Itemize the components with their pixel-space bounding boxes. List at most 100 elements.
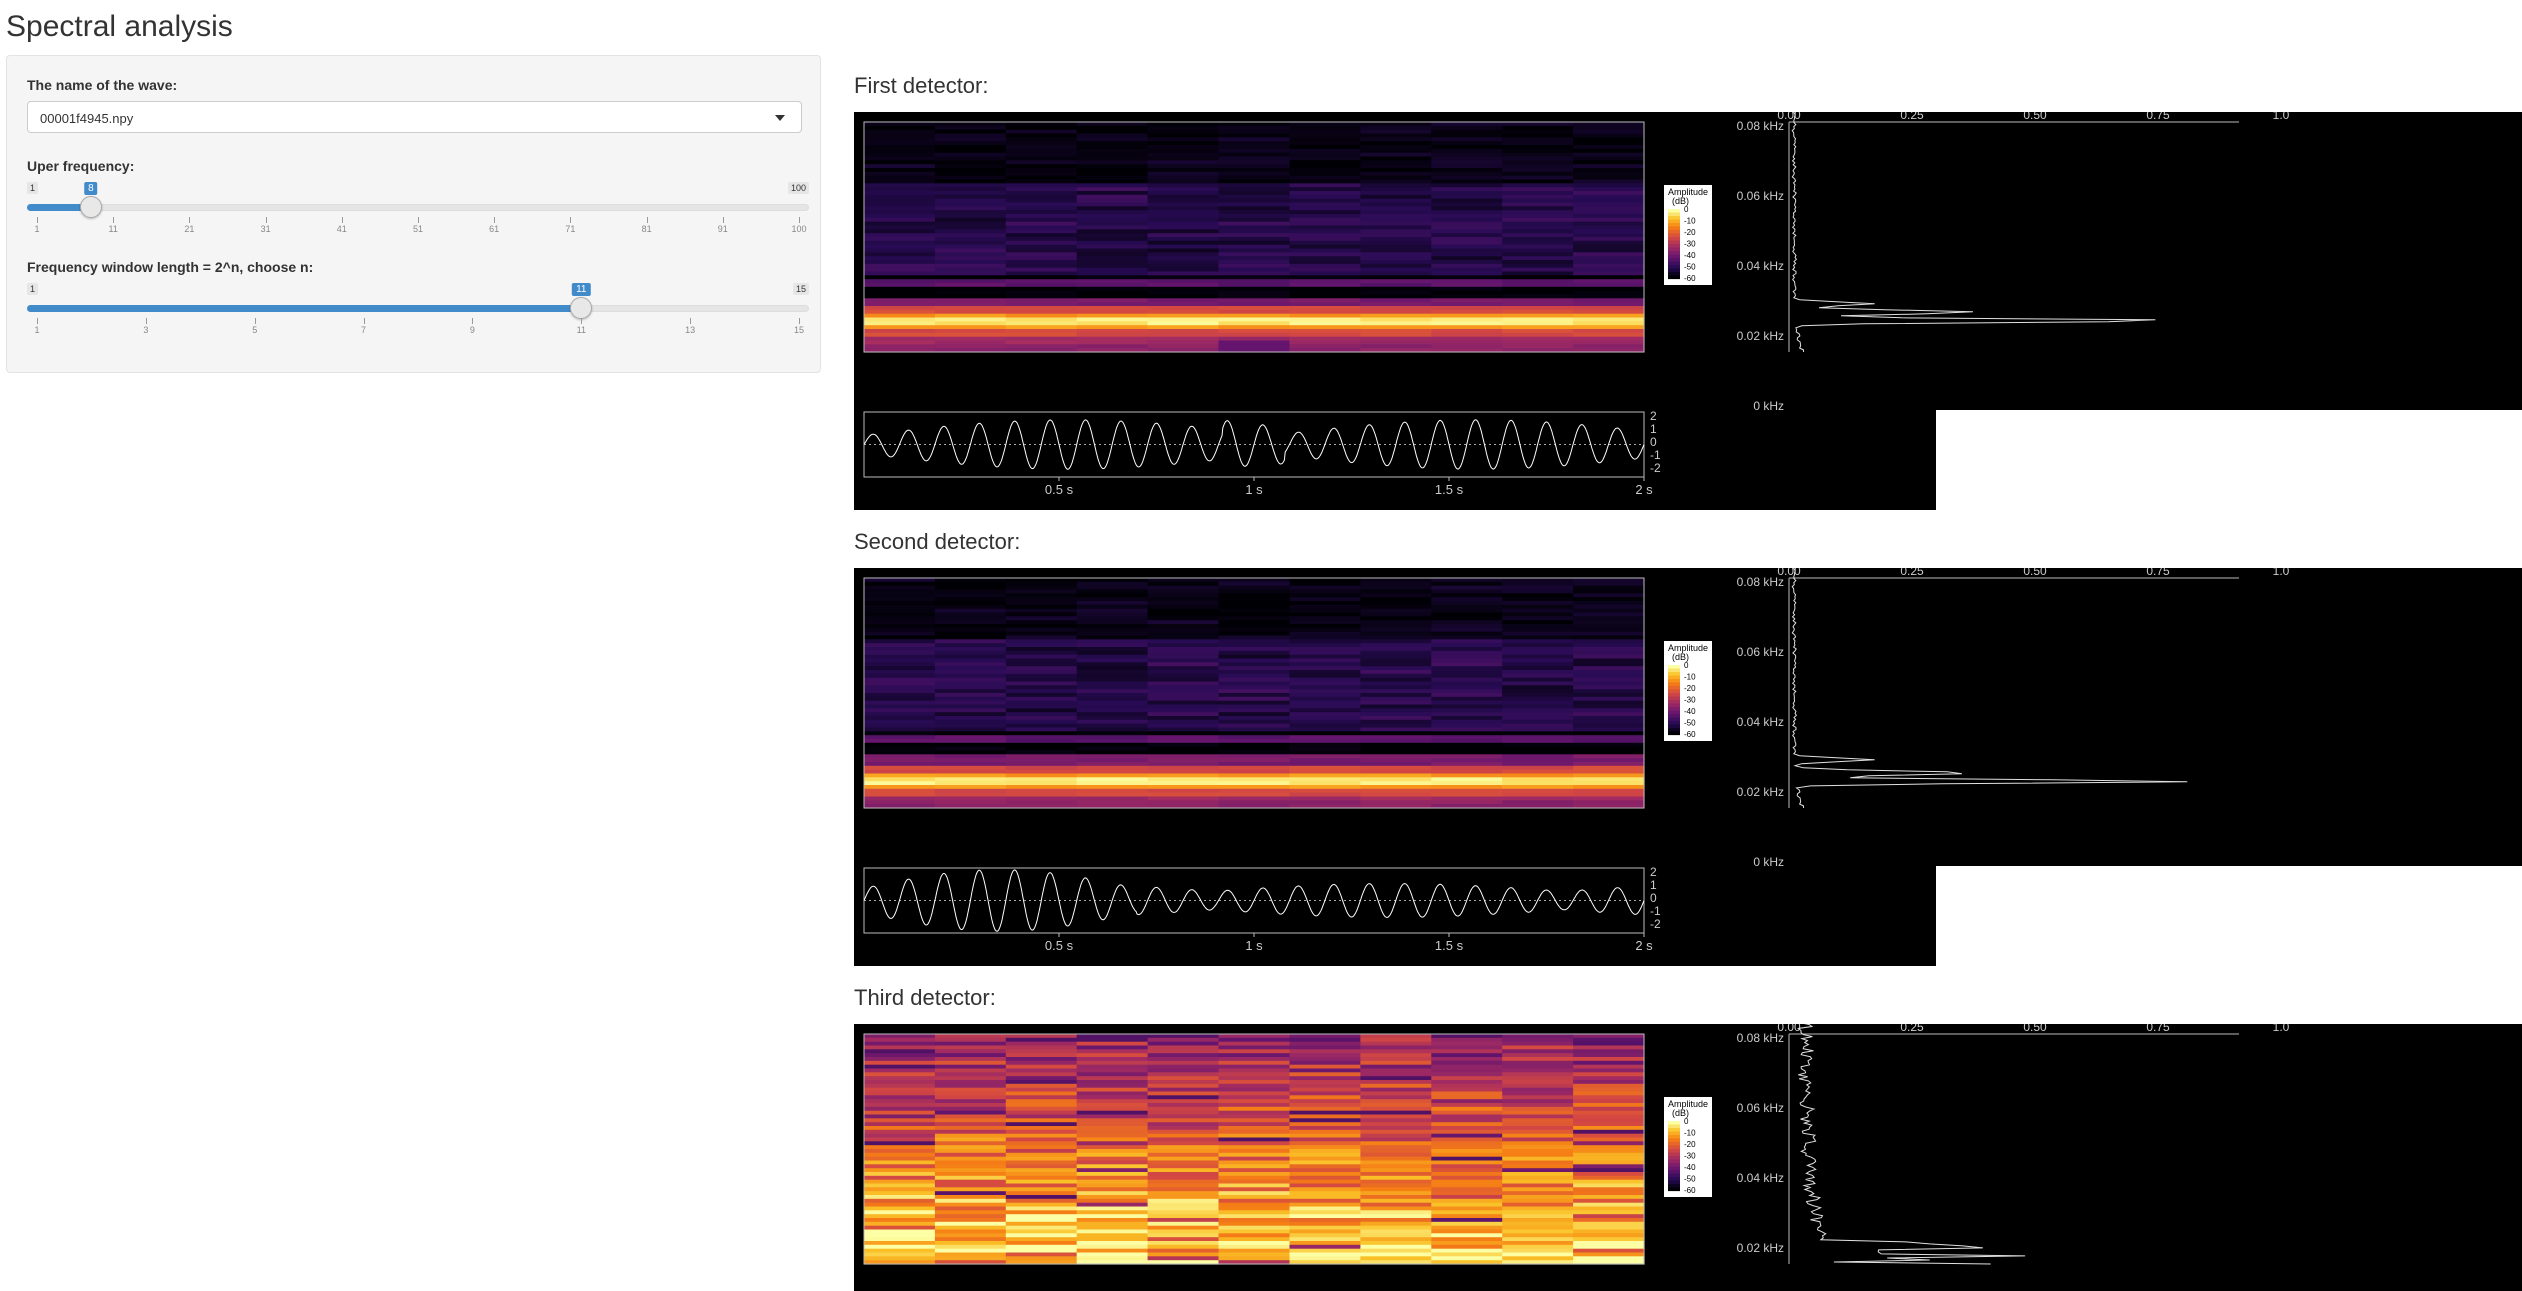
heatmap-cell	[1289, 210, 1361, 215]
spectrum-x-tick-label: 1.0	[2273, 112, 2290, 122]
heatmap-cell	[1289, 1045, 1361, 1050]
heatmap-cell	[1573, 1064, 1645, 1070]
legend-color-step	[1668, 209, 1680, 213]
heatmap-cell	[1005, 267, 1078, 273]
heatmap-cell	[1076, 286, 1149, 292]
heatmap-cell	[864, 1064, 936, 1070]
heatmap-cell	[1573, 685, 1645, 690]
heatmap-cell	[1573, 1080, 1645, 1085]
heatmap-cell	[1289, 1080, 1361, 1085]
heatmap-cell	[1289, 283, 1361, 288]
heatmap-cell	[1218, 237, 1290, 242]
heatmap-cell	[1005, 1237, 1078, 1242]
heatmap-cell	[1573, 1137, 1645, 1142]
heatmap-cell	[1218, 302, 1290, 307]
heatmap-cell	[1573, 1083, 1645, 1089]
heatmap-cell	[1360, 1103, 1432, 1108]
heatmap-cell	[1502, 129, 1574, 135]
heatmap-cell	[1573, 1191, 1645, 1196]
heatmap-cell	[1218, 773, 1290, 778]
window-length-slider[interactable]: 1 15 11 1 3 5 7 9 11 13 15	[27, 283, 809, 353]
heatmap-cell	[1218, 198, 1290, 204]
heatmap-cell	[1005, 620, 1078, 625]
heatmap-cell	[1005, 279, 1078, 284]
slider-tick-label: 91	[717, 224, 728, 234]
heatmap-cell	[1076, 1133, 1149, 1139]
heatmap-cell	[1147, 1202, 1220, 1208]
heatmap-cell	[1076, 1179, 1149, 1185]
heatmap-cell	[934, 252, 1007, 257]
heatmap-cell	[1218, 762, 1290, 767]
slider-tick	[690, 318, 692, 324]
heatmap-cell	[1431, 321, 1503, 326]
heatmap-cell	[1076, 267, 1149, 273]
heatmap-cell	[1431, 608, 1503, 614]
heatmap-cell	[934, 1210, 1007, 1215]
heatmap-cell	[1360, 677, 1432, 683]
heatmap-cell	[934, 746, 1007, 752]
heatmap-cell	[1289, 198, 1361, 204]
heatmap-cell	[1573, 1221, 1645, 1227]
heatmap-cell	[1005, 647, 1078, 652]
heatmap-cell	[1289, 145, 1361, 150]
heatmap-cell	[1005, 650, 1078, 656]
heatmap-cell	[1360, 233, 1432, 238]
spectrum-x-tick-label: 0.50	[2023, 1024, 2047, 1034]
heatmap-cell	[1573, 1241, 1645, 1246]
heatmap-cell	[864, 1076, 936, 1081]
waveform-time-tick-label: 2 s	[1635, 482, 1653, 497]
slider-handle[interactable]	[79, 196, 102, 218]
slider-handle[interactable]	[570, 297, 593, 319]
heatmap-cell	[1573, 191, 1645, 196]
heatmap-cell	[1431, 735, 1503, 740]
heatmap-cell	[1005, 631, 1078, 637]
heatmap-cell	[1573, 589, 1645, 594]
heatmap-cell	[1573, 229, 1645, 234]
heatmap-cell	[1360, 148, 1432, 154]
heatmap-cell	[1289, 589, 1361, 594]
heatmap-cell	[1147, 1118, 1220, 1123]
heatmap-cell	[1218, 765, 1290, 771]
legend-color-step	[1668, 226, 1680, 231]
heatmap-cell	[1431, 597, 1503, 602]
heatmap-cell	[1431, 662, 1503, 667]
upper-frequency-slider[interactable]: 1 100 8 1 11 21 31 41 51 61 71 81 91 100	[27, 182, 809, 252]
heatmap-cell	[1360, 1195, 1432, 1200]
heatmap-cell	[1005, 340, 1078, 345]
heatmap-cell	[1218, 704, 1290, 709]
heatmap-cell	[1431, 1129, 1503, 1135]
heatmap-cell	[1431, 1076, 1503, 1081]
heatmap-cell	[1573, 141, 1645, 146]
heatmap-cell	[1289, 275, 1361, 280]
heatmap-cell	[1147, 685, 1220, 690]
heatmap-cell	[1573, 1179, 1645, 1185]
heatmap-cell	[1502, 1045, 1574, 1050]
detector-title-second: Second detector:	[854, 529, 1021, 554]
heatmap-cell	[1502, 171, 1574, 177]
heatmap-cell	[1076, 796, 1149, 801]
heatmap-cell	[1289, 340, 1361, 345]
heatmap-cell	[1502, 164, 1574, 169]
heatmap-cell	[1005, 627, 1078, 633]
heatmap-cell	[1005, 673, 1078, 679]
heatmap-cell	[1289, 1168, 1361, 1173]
heatmap-cell	[934, 1152, 1007, 1158]
heatmap-cell	[1005, 1187, 1078, 1192]
heatmap-cell	[1005, 1072, 1078, 1077]
heatmap-cell	[1573, 1045, 1645, 1050]
heatmap-cell	[1076, 1195, 1149, 1200]
heatmap-cell	[1502, 693, 1574, 698]
heatmap-cell	[1218, 693, 1290, 698]
heatmap-cell	[1502, 252, 1574, 257]
heatmap-cell	[1147, 344, 1220, 349]
slider-track[interactable]	[27, 204, 809, 211]
heatmap-cell	[1289, 1122, 1361, 1127]
heatmap-cell	[1360, 283, 1432, 288]
heatmap-cell	[934, 275, 1007, 280]
heatmap-cell	[1289, 317, 1361, 322]
heatmap-cell	[864, 1068, 936, 1073]
wave-select-dropdown[interactable]: 00001f4945.npy	[27, 101, 802, 133]
heatmap-cell	[1218, 777, 1290, 782]
heatmap-cell	[1431, 214, 1503, 219]
heatmap-cell	[1431, 650, 1503, 656]
